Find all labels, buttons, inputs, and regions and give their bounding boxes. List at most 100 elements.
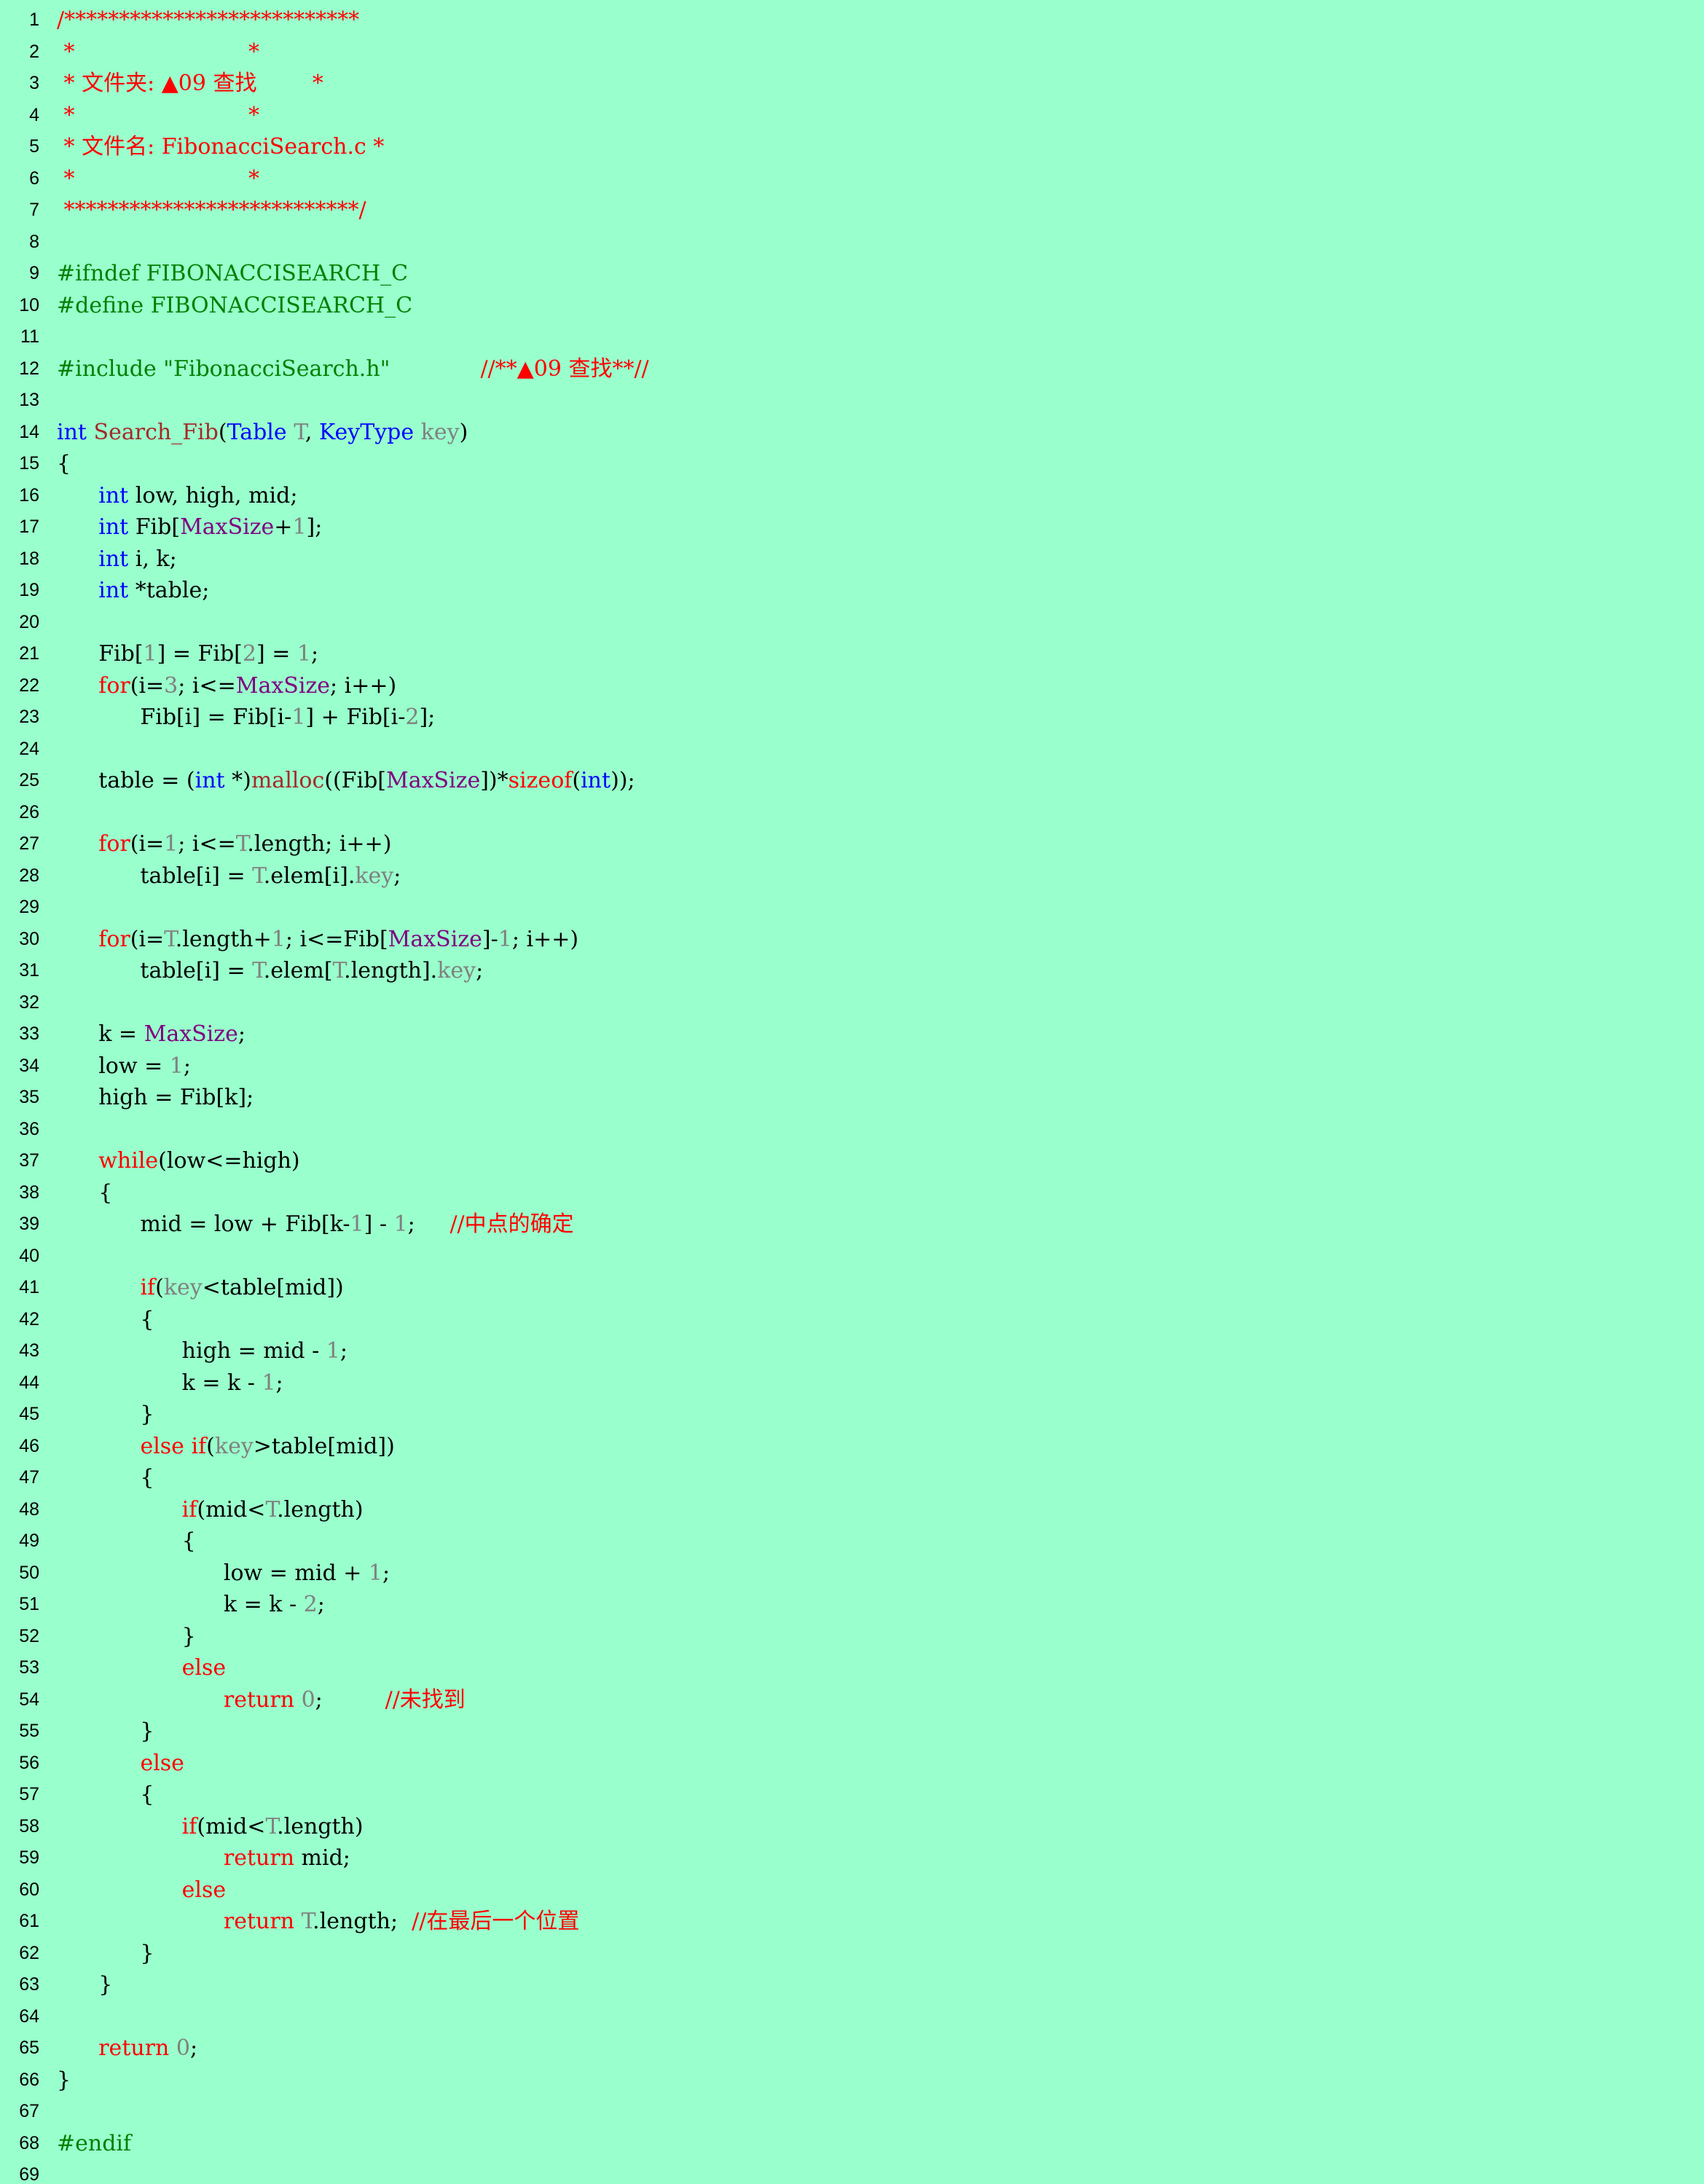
code-line[interactable]: 69 — [0, 2159, 1704, 2184]
code-line[interactable]: 11 — [0, 321, 1704, 353]
code-line[interactable]: 51 k = k - 2; — [0, 1589, 1704, 1621]
code-token: int — [195, 768, 225, 793]
code-line[interactable]: 67 — [0, 2096, 1704, 2128]
code-line[interactable]: 25 table = (int *)malloc((Fib[MaxSize])*… — [0, 765, 1704, 797]
code-line[interactable]: 37 while(low<=high) — [0, 1145, 1704, 1177]
line-number: 46 — [19, 1435, 39, 1456]
code-line[interactable]: 13 — [0, 385, 1704, 417]
line-number: 59 — [19, 1847, 39, 1869]
code-line[interactable]: 68 #endif — [0, 2128, 1704, 2160]
code-line[interactable]: 36 — [0, 1114, 1704, 1146]
code-line[interactable]: 35 high = Fib[k]; — [0, 1082, 1704, 1114]
line-number: 62 — [19, 1942, 39, 1963]
code-line[interactable]: 44 k = k - 1; — [0, 1367, 1704, 1399]
code-line[interactable]: 39 mid = low + Fib[k-1] - 1; //中点的确定 — [0, 1209, 1704, 1241]
code-line[interactable]: 61 return T.length; //在最后一个位置 — [0, 1906, 1704, 1938]
line-content: table = (int *)malloc((Fib[MaxSize])*siz… — [57, 765, 635, 797]
code-line[interactable]: 64 — [0, 2001, 1704, 2033]
code-line[interactable]: 60 else — [0, 1874, 1704, 1906]
code-line[interactable]: 65 return 0; — [0, 2032, 1704, 2065]
line-number: 48 — [19, 1498, 39, 1520]
code-line[interactable]: 62 } — [0, 1938, 1704, 1970]
code-line[interactable]: 31 table[i] = T.elem[T.length].key; — [0, 955, 1704, 987]
code-line[interactable]: 3 * 文件夹: ▲09 查找 * — [0, 68, 1704, 100]
code-line[interactable]: 22 for(i=3; i<=MaxSize; i++) — [0, 670, 1704, 702]
code-token: ; — [393, 863, 401, 889]
code-line[interactable]: 49 { — [0, 1525, 1704, 1558]
code-line[interactable]: 38 { — [0, 1177, 1704, 1209]
code-line[interactable]: 12 #include "FibonacciSearch.h" //**▲09 查… — [0, 353, 1704, 385]
code-token: key — [355, 863, 394, 889]
line-content: mid = low + Fib[k-1] - 1; //中点的确定 — [57, 1209, 573, 1241]
code-line[interactable]: 40 — [0, 1241, 1704, 1273]
code-line[interactable]: 15 { — [0, 448, 1704, 480]
code-line[interactable]: 18 int i, k; — [0, 543, 1704, 576]
code-line[interactable]: 28 table[i] = T.elem[i].key; — [0, 860, 1704, 892]
code-token: k = — [57, 1021, 144, 1047]
code-line[interactable]: 7 ***************************/ — [0, 195, 1704, 227]
code-line[interactable]: 6 * * — [0, 163, 1704, 195]
code-line[interactable]: 16 int low, high, mid; — [0, 480, 1704, 512]
code-line[interactable]: 1 /*************************** — [0, 4, 1704, 36]
code-line[interactable]: 43 high = mid - 1; — [0, 1335, 1704, 1367]
code-line[interactable]: 29 — [0, 892, 1704, 924]
line-number: 68 — [19, 2132, 39, 2153]
code-line[interactable]: 27 for(i=1; i<=T.length; i++) — [0, 828, 1704, 860]
code-line[interactable]: 10 #define FIBONACCISEARCH_C — [0, 290, 1704, 322]
code-line[interactable]: 46 else if(key>table[mid]) — [0, 1431, 1704, 1463]
code-line[interactable]: 8 — [0, 227, 1704, 259]
code-line[interactable]: 54 return 0; //未找到 — [0, 1684, 1704, 1716]
code-line[interactable]: 58 if(mid<T.length) — [0, 1811, 1704, 1843]
code-token: >table[mid]) — [253, 1433, 395, 1459]
line-number: 25 — [19, 770, 39, 791]
code-line[interactable]: 48 if(mid<T.length) — [0, 1494, 1704, 1526]
code-line[interactable]: 53 else — [0, 1652, 1704, 1684]
code-token: key — [420, 419, 460, 445]
code-line[interactable]: 4 * * — [0, 100, 1704, 132]
line-number: 49 — [19, 1531, 39, 1552]
line-content: int Search_Fib(Table T, KeyType key) — [57, 417, 468, 449]
code-editor[interactable]: 1/*************************** 2 * * 3 * 文件… — [0, 0, 1704, 2184]
code-line[interactable]: 23 Fib[i] = Fib[i-1] + Fib[i-2]; — [0, 702, 1704, 734]
code-line[interactable]: 52 } — [0, 1621, 1704, 1653]
code-token: Fib[ — [57, 641, 144, 667]
code-line[interactable]: 20 — [0, 607, 1704, 639]
code-line[interactable]: 45 } — [0, 1399, 1704, 1431]
code-line[interactable]: 42 { — [0, 1304, 1704, 1336]
code-line[interactable]: 59 return mid; — [0, 1842, 1704, 1874]
code-line[interactable]: 21 Fib[1] = Fib[2] = 1; — [0, 638, 1704, 670]
code-line[interactable]: 9 #ifndef FIBONACCISEARCH_C — [0, 258, 1704, 290]
code-line[interactable]: 50 low = mid + 1; — [0, 1558, 1704, 1590]
code-line[interactable]: 66} — [0, 2065, 1704, 2097]
code-line[interactable]: 5 * 文件名: FibonacciSearch.c * — [0, 131, 1704, 163]
code-token: if — [181, 1496, 197, 1523]
line-content: while(low<=high) — [57, 1145, 299, 1177]
code-token: /*************************** — [57, 7, 360, 33]
code-line[interactable]: 14 int Search_Fib(Table T, KeyType key) — [0, 417, 1704, 449]
code-token: k = k - — [57, 1370, 262, 1396]
code-line[interactable]: 17 int Fib[MaxSize+1]; — [0, 511, 1704, 543]
code-line[interactable]: 34 low = 1; — [0, 1050, 1704, 1083]
code-line[interactable]: 26 — [0, 797, 1704, 829]
code-token: high = Fib[k]; — [57, 1085, 254, 1110]
code-line[interactable]: 30 for(i=T.length+1; i<=Fib[MaxSize]-1; … — [0, 924, 1704, 956]
line-content: int low, high, mid; — [57, 480, 297, 512]
code-line[interactable]: 24 — [0, 734, 1704, 766]
code-token: ; — [317, 1592, 325, 1617]
code-token: )); — [610, 768, 635, 793]
code-line[interactable]: 57 { — [0, 1779, 1704, 1811]
code-line[interactable]: 2 * * — [0, 36, 1704, 68]
code-line[interactable]: 19 int *table; — [0, 575, 1704, 607]
code-token: 1 — [164, 831, 178, 857]
code-line[interactable]: 56 else — [0, 1748, 1704, 1780]
code-line[interactable]: 32 — [0, 987, 1704, 1019]
code-line[interactable]: 33 k = MaxSize; — [0, 1018, 1704, 1050]
line-number: 10 — [19, 294, 39, 315]
code-line[interactable]: 63 } — [0, 1969, 1704, 2001]
code-line[interactable]: 55 } — [0, 1716, 1704, 1748]
line-content: { — [57, 1177, 112, 1209]
code-line[interactable]: 47 { — [0, 1462, 1704, 1494]
code-line[interactable]: 41 if(key<table[mid]) — [0, 1272, 1704, 1304]
